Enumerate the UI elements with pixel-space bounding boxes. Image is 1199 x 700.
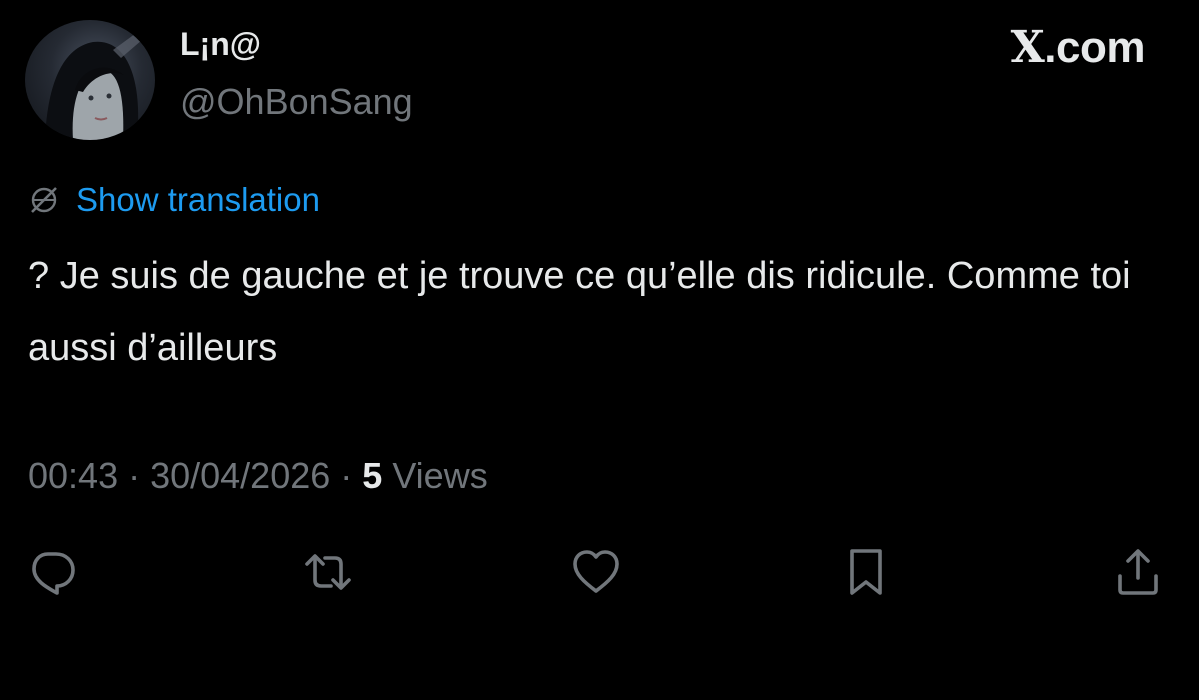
tweet-text: ? Je suis de gauche et je trouve ce qu’e… [28, 255, 1131, 369]
views-label[interactable]: Views [382, 455, 487, 496]
avatar[interactable] [25, 20, 155, 140]
tweet-time[interactable]: 00:43 [28, 455, 118, 496]
x-logo-domain: .com [1044, 23, 1145, 72]
author-handle[interactable]: @OhBonSang [180, 80, 413, 124]
bookmark-icon [850, 549, 882, 595]
reply-icon [32, 552, 75, 595]
author-display-name[interactable]: L¡n@ [180, 24, 261, 64]
avatar-image [45, 28, 149, 140]
show-translation-button[interactable]: Show translation [28, 180, 320, 220]
globe-slash-icon [31, 187, 57, 213]
share-button[interactable] [1106, 540, 1170, 604]
retweet-button[interactable] [296, 540, 360, 604]
action-bar [0, 540, 1199, 604]
tweet-date[interactable]: 30/04/2026 [150, 455, 330, 496]
tweet-card: L¡n@ @OhBonSang X.com Show translation ?… [0, 0, 1199, 700]
share-icon [1118, 549, 1158, 595]
views-count[interactable]: 5 [362, 455, 382, 496]
retweet-icon [305, 554, 351, 590]
reply-button[interactable] [20, 540, 84, 604]
x-logo-letter: X [1010, 22, 1045, 73]
meta-separator: · [330, 455, 363, 496]
like-heart-icon [573, 550, 619, 593]
like-button[interactable] [564, 540, 628, 604]
tweet-meta: 00:43 · 30/04/2026 · 5 Views [28, 452, 488, 500]
bookmark-button[interactable] [834, 540, 898, 604]
meta-separator: · [118, 455, 151, 496]
show-translation-label[interactable]: Show translation [76, 180, 320, 220]
x-brand-logo: X.com [1010, 22, 1146, 74]
